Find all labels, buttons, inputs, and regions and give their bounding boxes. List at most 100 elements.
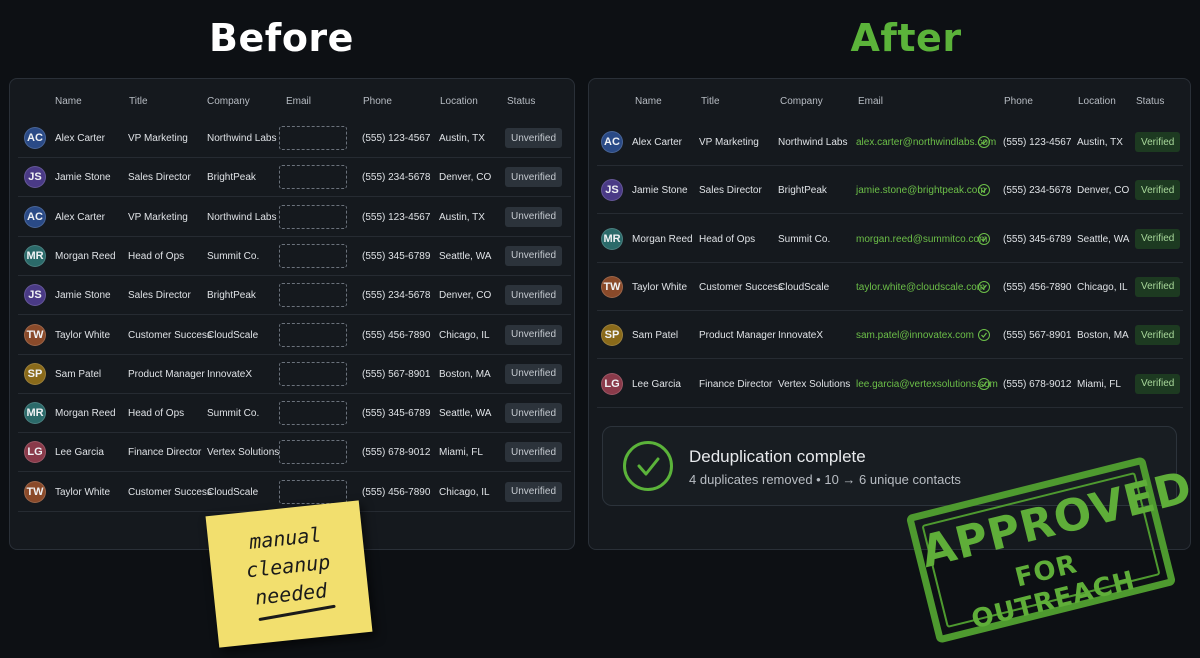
contact-location: Austin, TX <box>439 133 485 144</box>
contact-name: Sam Patel <box>632 330 679 342</box>
table-row[interactable]: TW Taylor White Customer Success CloudScale… <box>18 316 571 355</box>
contact-location: Denver, CO <box>439 172 492 184</box>
contact-name: Morgan Reed <box>632 233 693 245</box>
contact-phone: (555) 234-5678 <box>362 172 431 184</box>
empty-email-field[interactable] <box>279 401 347 426</box>
empty-email-field[interactable] <box>279 283 347 308</box>
avatar: JS <box>601 179 623 202</box>
table-row[interactable]: SP Sam Patel Product Manager InnovateX (555)… <box>18 355 571 394</box>
contact-phone: (555) 123-4567 <box>362 133 431 144</box>
avatar: AC <box>24 205 46 228</box>
contact-name: Taylor White <box>55 329 111 341</box>
contact-company: Vertex Solutions <box>207 447 280 459</box>
status-badge: Unverified <box>505 324 563 345</box>
contact-company: Vertex Solutions <box>778 378 851 390</box>
empty-email-field[interactable] <box>279 440 347 465</box>
contact-company: Summit Co. <box>778 233 831 245</box>
avatar: SP <box>24 362 46 385</box>
contact-company: Summit Co. <box>207 250 260 262</box>
empty-email-field[interactable] <box>279 361 347 386</box>
table-row[interactable]: JS Jamie Stone Sales Director BrightPeak (55… <box>18 276 571 316</box>
column-header-name[interactable]: Name <box>55 96 82 107</box>
contact-name: Taylor White <box>632 281 688 293</box>
contact-email[interactable]: lee.garcia@vertexsolutions.com <box>856 379 998 390</box>
table-row[interactable]: JS Jamie Stone Sales Director BrightPeak jam… <box>597 166 1183 215</box>
contact-phone: (555) 456-7890 <box>362 486 431 498</box>
contact-location: Austin, TX <box>439 211 485 223</box>
contact-title: Finance Director <box>699 378 773 390</box>
contact-phone: (555) 234-5678 <box>362 290 431 302</box>
column-header-title[interactable]: Title <box>701 96 720 107</box>
column-header-location[interactable]: Location <box>440 96 478 107</box>
contact-name: Jamie Stone <box>632 185 688 197</box>
status-badge: Unverified <box>505 206 563 227</box>
contact-title: Product Manager <box>128 368 205 380</box>
status-badge: Verified <box>1135 373 1181 394</box>
column-header-phone[interactable]: Phone <box>1004 96 1033 107</box>
avatar: MR <box>24 402 46 425</box>
contact-company: Northwind Labs <box>778 137 848 148</box>
avatar: TW <box>24 480 46 503</box>
empty-email-field[interactable] <box>279 165 347 190</box>
column-header-status[interactable]: Status <box>1136 96 1164 107</box>
empty-email-field[interactable] <box>279 204 347 229</box>
contact-name: Lee Garcia <box>55 447 104 459</box>
contact-email[interactable]: sam.patel@innovatex.com <box>856 330 974 341</box>
contact-title: Head of Ops <box>699 233 756 245</box>
contact-phone: (555) 345-6789 <box>1003 233 1072 245</box>
status-badge: Verified <box>1135 228 1181 249</box>
table-row[interactable]: LG Lee Garcia Finance Director Vertex Solut… <box>597 360 1183 408</box>
contact-location: Miami, FL <box>1077 378 1121 390</box>
table-row[interactable]: AC Alex Carter VP Marketing Northwind Labs a… <box>597 118 1183 166</box>
table-row[interactable]: LG Lee Garcia Finance Director Vertex Solut… <box>18 433 571 473</box>
contact-email[interactable]: alex.carter@northwindlabs.com <box>856 137 996 148</box>
contact-email[interactable]: jamie.stone@brightpeak.com <box>856 185 986 196</box>
empty-email-field[interactable] <box>279 479 347 504</box>
contact-email[interactable]: morgan.reed@summitco.com <box>856 234 987 245</box>
column-header-status[interactable]: Status <box>507 96 535 107</box>
table-row[interactable]: JS Jamie Stone Sales Director BrightPeak (55… <box>18 158 571 198</box>
empty-email-field[interactable] <box>279 243 347 268</box>
table-row[interactable]: MR Morgan Reed Head of Ops Summit Co. (555) … <box>18 237 571 276</box>
contact-title: Sales Director <box>128 172 191 184</box>
empty-email-field[interactable] <box>279 126 347 150</box>
avatar: JS <box>24 284 46 307</box>
after-heading: After <box>850 16 962 60</box>
column-header-phone[interactable]: Phone <box>363 96 392 107</box>
contact-name: Taylor White <box>55 486 111 498</box>
contact-title: Head of Ops <box>128 250 185 262</box>
table-row[interactable]: TW Taylor White Customer Success CloudScale… <box>597 263 1183 311</box>
table-row[interactable]: AC Alex Carter VP Marketing Northwind Labs (… <box>18 198 571 237</box>
check-circle-icon <box>623 441 673 491</box>
contact-title: Head of Ops <box>128 408 185 420</box>
table-row[interactable]: SP Sam Patel Product Manager InnovateX sam.p… <box>597 311 1183 360</box>
contact-company: Northwind Labs <box>207 133 277 144</box>
contact-company: CloudScale <box>207 486 259 498</box>
verified-check-icon <box>978 136 990 148</box>
contact-phone: (555) 234-5678 <box>1003 185 1072 197</box>
column-header-email[interactable]: Email <box>286 96 311 107</box>
table-row[interactable]: MR Morgan Reed Head of Ops Summit Co. morgan… <box>597 215 1183 263</box>
avatar: LG <box>24 441 46 464</box>
avatar: JS <box>24 166 46 189</box>
table-row[interactable]: AC Alex Carter VP Marketing Northwind Labs (… <box>18 119 571 158</box>
before-contacts-table: Name Title Company Email Phone Location … <box>9 78 575 550</box>
contact-title: Customer Success <box>128 486 212 498</box>
table-row[interactable]: MR Morgan Reed Head of Ops Summit Co. (555) … <box>18 394 571 434</box>
avatar: LG <box>601 372 623 395</box>
contact-email[interactable]: taylor.white@cloudscale.com <box>856 282 985 293</box>
column-header-email[interactable]: Email <box>858 96 883 107</box>
column-header-company[interactable]: Company <box>780 96 823 107</box>
status-badge: Unverified <box>505 285 563 306</box>
contact-phone: (555) 456-7890 <box>362 329 431 341</box>
table-row[interactable]: TW Taylor White Customer Success CloudScale… <box>18 473 571 512</box>
status-badge: Unverified <box>505 167 563 188</box>
column-header-location[interactable]: Location <box>1078 96 1116 107</box>
contact-location: Boston, MA <box>1077 330 1129 342</box>
contact-title: Customer Success <box>699 281 783 293</box>
column-header-name[interactable]: Name <box>635 96 662 107</box>
empty-email-field[interactable] <box>279 322 347 347</box>
contact-phone: (555) 123-4567 <box>1003 137 1072 148</box>
column-header-title[interactable]: Title <box>129 96 148 107</box>
column-header-company[interactable]: Company <box>207 96 250 107</box>
